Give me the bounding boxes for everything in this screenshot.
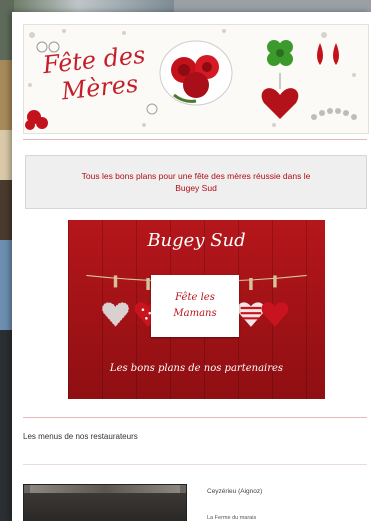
intro-box: Tous les bons plans pour une fête des mè… <box>25 155 367 209</box>
intro-text: Tous les bons plans pour une fête des mè… <box>81 171 311 193</box>
red-earrings-icon <box>317 43 339 65</box>
promo-card-text: Fête les Mamans <box>173 292 217 319</box>
roof-shape <box>30 485 180 493</box>
restaurant-image[interactable] <box>23 484 187 521</box>
promo-card: Fête les Mamans <box>151 275 239 337</box>
newsletter-panel[interactable]: Fête des Mères Tous les bons plans pour … <box>12 12 371 521</box>
divider <box>23 464 367 465</box>
restaurant-name[interactable]: La Ferme du marais <box>207 515 256 521</box>
ring-icon <box>146 103 158 115</box>
flower-icon <box>25 110 48 130</box>
roses-icon <box>159 40 233 106</box>
divider <box>23 139 367 140</box>
striped-heart-icon <box>237 302 265 327</box>
restaurant-location: Ceyzérieu (Aignoz) <box>207 488 263 495</box>
promo-title: Bugey Sud <box>147 230 246 251</box>
gingham-heart-icon <box>101 302 130 328</box>
promo-tagline: Les bons plans de nos partenaires <box>109 363 284 374</box>
clover-icon <box>267 40 293 66</box>
bracelet-icon <box>311 108 357 120</box>
promo-banner[interactable]: Bugey Sud Fête les Mamans Les bons plans… <box>68 220 325 399</box>
divider <box>23 417 367 418</box>
heart-pendant-icon <box>261 73 299 119</box>
background-page-top <box>14 0 174 12</box>
red-heart-icon <box>261 302 289 327</box>
section-title: Les menus de nos restaurateurs <box>23 432 138 441</box>
header-banner: Fête des Mères <box>23 24 369 134</box>
